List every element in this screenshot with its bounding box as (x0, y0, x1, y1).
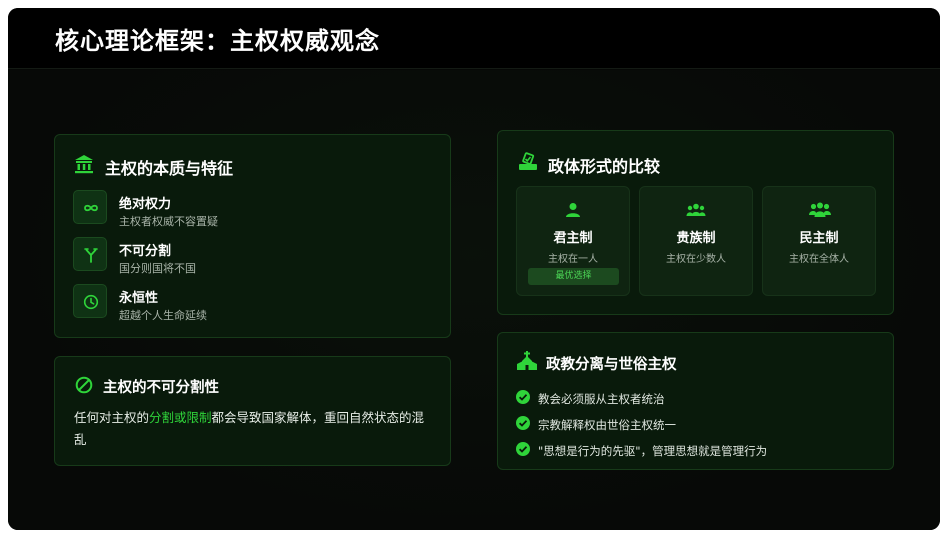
check-circle-icon (516, 416, 530, 430)
check-circle-icon (516, 390, 530, 404)
slide-frame: 核心理论框架：主权权威观念 主权的本质与特征 绝对权力 主权者权威不容置疑 不可… (8, 8, 940, 530)
vote-icon (519, 152, 537, 170)
sovereignty-card: 主权的本质与特征 绝对权力 主权者权威不容置疑 不可分割 国分则国将不国 永恒性… (54, 134, 451, 338)
infinity-icon-box (73, 190, 107, 224)
government-form-aristocracy: 贵族制 主权在少数人 (639, 186, 753, 296)
church-icon (517, 351, 537, 370)
government-form-title: 民主制 (799, 231, 839, 246)
text-before: 任何对主权的 (74, 410, 150, 425)
sovereignty-card-title: 主权的本质与特征 (105, 159, 234, 178)
government-form-title: 贵族制 (676, 231, 716, 246)
clock-icon (83, 294, 99, 310)
church-item: "思想是行为的先驱"，管理思想就是管理行为 (538, 444, 768, 458)
people-group-icon (809, 202, 831, 217)
feature-desc: 主权者权威不容置疑 (119, 215, 218, 228)
government-form-desc: 主权在全体人 (789, 254, 849, 265)
feature-title: 绝对权力 (119, 197, 172, 212)
page-title: 核心理论框架：主权权威观念 (55, 26, 380, 55)
church-card-title: 政教分离与世俗主权 (546, 356, 677, 373)
highlight-text: 分割或限制 (149, 410, 212, 425)
best-choice-badge: 最优选择 (528, 268, 619, 285)
government-card-title: 政体形式的比较 (548, 157, 661, 176)
fork-icon (84, 248, 98, 263)
fork-icon-box (73, 237, 107, 271)
check-circle-icon (516, 442, 530, 456)
government-form-title: 君主制 (553, 231, 593, 246)
indivisibility-card: 主权的不可分割性 任何对主权的分割或限制都会导致国家解体，重回自然状态的混乱 (54, 356, 451, 466)
header-bar: 核心理论框架：主权权威观念 (8, 8, 940, 69)
government-form-desc: 主权在少数人 (666, 254, 726, 265)
bank-icon (75, 155, 93, 174)
feature-desc: 超越个人生命延续 (119, 309, 207, 322)
infinity-icon (84, 204, 98, 212)
indivisibility-card-title: 主权的不可分割性 (103, 379, 219, 396)
government-forms-card: 政体形式的比较 君主制 主权在一人 最优选择 贵族制 主权在少数人 民主制 主权… (497, 130, 894, 315)
government-form-democracy: 民主制 主权在全体人 (762, 186, 876, 296)
church-item: 教会必须服从主权者统治 (538, 392, 665, 406)
feature-title: 永恒性 (119, 291, 159, 306)
ban-icon (75, 376, 93, 394)
users-icon (686, 203, 706, 216)
church-item: 宗教解释权由世俗主权统一 (538, 418, 676, 432)
government-form-desc: 主权在一人 (548, 254, 598, 265)
indivisibility-text: 任何对主权的分割或限制都会导致国家解体，重回自然状态的混乱 (74, 407, 436, 451)
feature-title: 不可分割 (119, 244, 172, 259)
user-icon (566, 203, 580, 217)
clock-icon-box (73, 284, 107, 318)
feature-desc: 国分则国将不国 (119, 262, 196, 275)
church-state-card: 政教分离与世俗主权 教会必须服从主权者统治 宗教解释权由世俗主权统一 "思想是行… (497, 332, 894, 470)
government-form-monarchy: 君主制 主权在一人 最优选择 (516, 186, 630, 296)
